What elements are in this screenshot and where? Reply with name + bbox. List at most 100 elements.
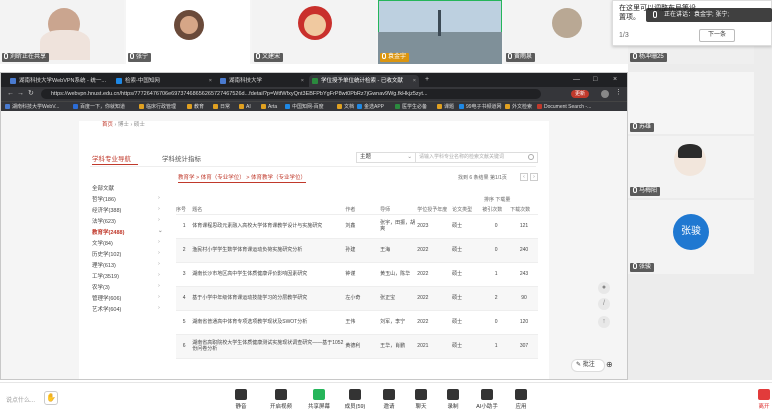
result-count: 找到 6 条结果 第1/1页	[458, 174, 507, 181]
pen-icon[interactable]: /	[598, 298, 610, 310]
minimize-icon[interactable]: —	[573, 73, 580, 87]
video-tile[interactable]: 文建宋	[252, 0, 376, 64]
reload-icon[interactable]: ↻	[28, 89, 34, 99]
apps-button[interactable]: 应用	[506, 389, 536, 410]
browser-tab[interactable]: 湖南科技大学 ×	[217, 75, 307, 87]
filter-item-selected[interactable]: 教育学(2488) ⌄	[92, 228, 163, 236]
active-filter-path[interactable]: 教育学 > 体育（专业学位） > 体育教学（专业学位）	[178, 174, 307, 183]
forward-icon[interactable]: →	[17, 89, 24, 99]
mic-icon	[130, 53, 134, 59]
annotate-button[interactable]: ✎ 批注	[571, 359, 605, 372]
search-input[interactable]: 请输入学科专业名称的检索文献关键词	[416, 152, 538, 163]
video-button[interactable]: 开启视频	[266, 389, 296, 410]
chat-button[interactable]: 聊天	[406, 389, 436, 410]
chat-input[interactable]: 说点什么...	[6, 395, 35, 404]
row-author[interactable]: 刘鑫	[345, 214, 381, 239]
row-author[interactable]: 孙建	[345, 238, 381, 263]
tab-degree-unit[interactable]: 学科统计指标	[162, 153, 201, 163]
video-tile[interactable]: 张骏 张骏	[628, 200, 754, 274]
row-title[interactable]: 体育课程思政元素融入高校大学体育课教学设计与实施研究	[192, 214, 346, 239]
row-title[interactable]: 湖南省高职院校大学生体质健康测试实施现状调查研究——基于1052份问卷分析	[192, 334, 346, 359]
new-tab-icon[interactable]: +	[425, 73, 429, 87]
bookmark-icon	[537, 104, 542, 109]
video-tile[interactable]: 马梅阳	[628, 136, 754, 198]
filter-item[interactable]: 历史学(102) ›	[92, 250, 160, 258]
table-row[interactable]: 3 湖南长沙市地区高中学生体质健康评价影响因素研究 钟谨 黄玉山，陈华 2022…	[176, 262, 538, 287]
zoom-icon[interactable]: ⊕	[606, 360, 618, 372]
row-title[interactable]: 基于小学中年级体育课运动技能学习的分层教学研究	[192, 286, 346, 311]
row-author[interactable]: 黄德利	[345, 334, 381, 359]
filter-item[interactable]: 管理学(606) ›	[92, 294, 160, 302]
mute-button[interactable]: 静音	[226, 389, 256, 410]
row-author[interactable]: 钟谨	[345, 262, 381, 287]
record-button[interactable]: 录制	[438, 389, 468, 410]
filter-item[interactable]: 艺术学(604) ›	[92, 305, 160, 313]
browser-tab-active[interactable]: 学位授予单位统计检索 - 已收文献 ×	[309, 75, 419, 87]
search-field-select[interactable]: 主题 ⌄	[356, 152, 416, 163]
video-tile-active-speaker[interactable]: 袁金宇	[378, 0, 502, 64]
pen-icon: ✎	[576, 362, 583, 368]
row-author[interactable]: 左小奇	[345, 286, 381, 311]
filter-item[interactable]: 理学(613) ›	[92, 261, 160, 269]
search-icon[interactable]	[528, 154, 534, 160]
table-row[interactable]: 4 基于小学中年级体育课运动技能学习的分层教学研究 左小奇 张正宝 2022 硕…	[176, 286, 538, 311]
filter-item[interactable]: 经济学(388) ›	[92, 206, 160, 214]
row-title[interactable]: 湖南省普通高中体育专项选项教学现状及SWOT分析	[192, 310, 346, 335]
members-button[interactable]: 成员(59)	[340, 389, 370, 410]
next-page-button[interactable]: ›	[530, 173, 538, 181]
table-row[interactable]: 6 湖南省高职院校大学生体质健康测试实施现状调查研究——基于1052份问卷分析 …	[176, 334, 538, 359]
close-window-icon[interactable]: ×	[613, 73, 617, 87]
profile-avatar[interactable]	[601, 90, 609, 98]
row-title[interactable]: 渔民村小学学生数学体育课运动负荷实施研究分析	[192, 238, 346, 263]
ai-assistant-button[interactable]: AI小助手	[472, 389, 502, 410]
filter-item[interactable]: 农学(3) ›	[92, 283, 160, 291]
record-label: 录制	[447, 404, 459, 410]
participant-column: 杨冲珊25 苏雄 马梅阳 张骏 张骏	[628, 0, 772, 380]
next-tip-button[interactable]: 下一条	[699, 29, 735, 42]
breadcrumb-home[interactable]: 首页	[102, 122, 113, 128]
filter-item[interactable]: 全部文献	[92, 184, 114, 192]
speaking-indicator: 正在讲话：袁金宇; 张宁;	[646, 8, 772, 22]
video-tile[interactable]: 苏雄	[628, 72, 754, 134]
leave-meeting-button[interactable]: 离开	[756, 389, 772, 410]
invite-button[interactable]: 邀请	[374, 389, 404, 410]
back-icon[interactable]: ←	[7, 89, 14, 99]
video-tile[interactable]: 张宁	[126, 0, 250, 64]
browser-tab[interactable]: 湖南科技大学WebVPN系统 - 统一...	[7, 75, 111, 87]
ai-label: AI小助手	[476, 404, 498, 410]
column-header: 学位授予年度	[417, 205, 453, 215]
chat-bubble-icon[interactable]: ●	[598, 282, 610, 294]
filter-label: 文学(84)	[92, 241, 113, 247]
filter-item[interactable]: 文学(84) ›	[92, 239, 160, 247]
sort-selector[interactable]: 排序 下载量	[484, 196, 510, 203]
table-row[interactable]: 2 渔民村小学学生数学体育课运动负荷实施研究分析 孙建 王海 2022 硕士 0…	[176, 238, 538, 263]
row-title[interactable]: 湖南长沙市地区高中学生体质健康评价影响因素研究	[192, 262, 346, 287]
close-tab-icon[interactable]: ×	[209, 75, 212, 87]
close-tab-icon[interactable]: ×	[301, 75, 304, 87]
update-button[interactable]: 更新	[571, 90, 590, 98]
close-tab-icon[interactable]: ×	[413, 75, 416, 87]
table-row[interactable]: 1 体育课程思政元素融入高校大学体育课教学设计与实施研究 刘鑫 张宇，田振，胡爽…	[176, 214, 538, 239]
breadcrumb-mid[interactable]: 博士	[118, 122, 129, 128]
table-row[interactable]: 5 湖南省普通高中体育专项选项教学现状及SWOT分析 王伟 刘军，李宁 2022…	[176, 310, 538, 335]
tile-name-tag: 文建宋	[254, 53, 284, 62]
video-tile[interactable]: 刘昕正在共享	[0, 0, 124, 64]
upload-icon[interactable]: ↑	[598, 316, 610, 328]
filter-item[interactable]: 法学(623) ›	[92, 217, 160, 225]
browser-tab[interactable]: 检索-中国知网 ×	[113, 75, 215, 87]
maximize-icon[interactable]: □	[593, 73, 597, 87]
tab-subject-navigation[interactable]: 学科专业导航	[92, 153, 131, 163]
filter-item[interactable]: 哲学(186) ›	[92, 195, 160, 203]
row-author[interactable]: 王伟	[345, 310, 381, 335]
ai-assistant-icon	[481, 389, 493, 400]
raise-hand-icon[interactable]: ✋	[44, 391, 58, 405]
share-screen-button[interactable]: 共享屏幕	[304, 389, 334, 410]
filter-item[interactable]: 工学(3519) ›	[92, 272, 160, 280]
url-field[interactable]: https://webvpn.hnust.edu.cn/https/777264…	[41, 89, 541, 99]
chevron-right-icon: ›	[158, 195, 160, 201]
menu-icon[interactable]: ⋮	[615, 88, 622, 96]
row-number: 2	[176, 238, 193, 263]
bookmark-label: 金选APP	[364, 104, 385, 110]
prev-page-button[interactable]: ‹	[520, 173, 528, 181]
video-tile[interactable]: 黄雨泉	[504, 0, 628, 64]
